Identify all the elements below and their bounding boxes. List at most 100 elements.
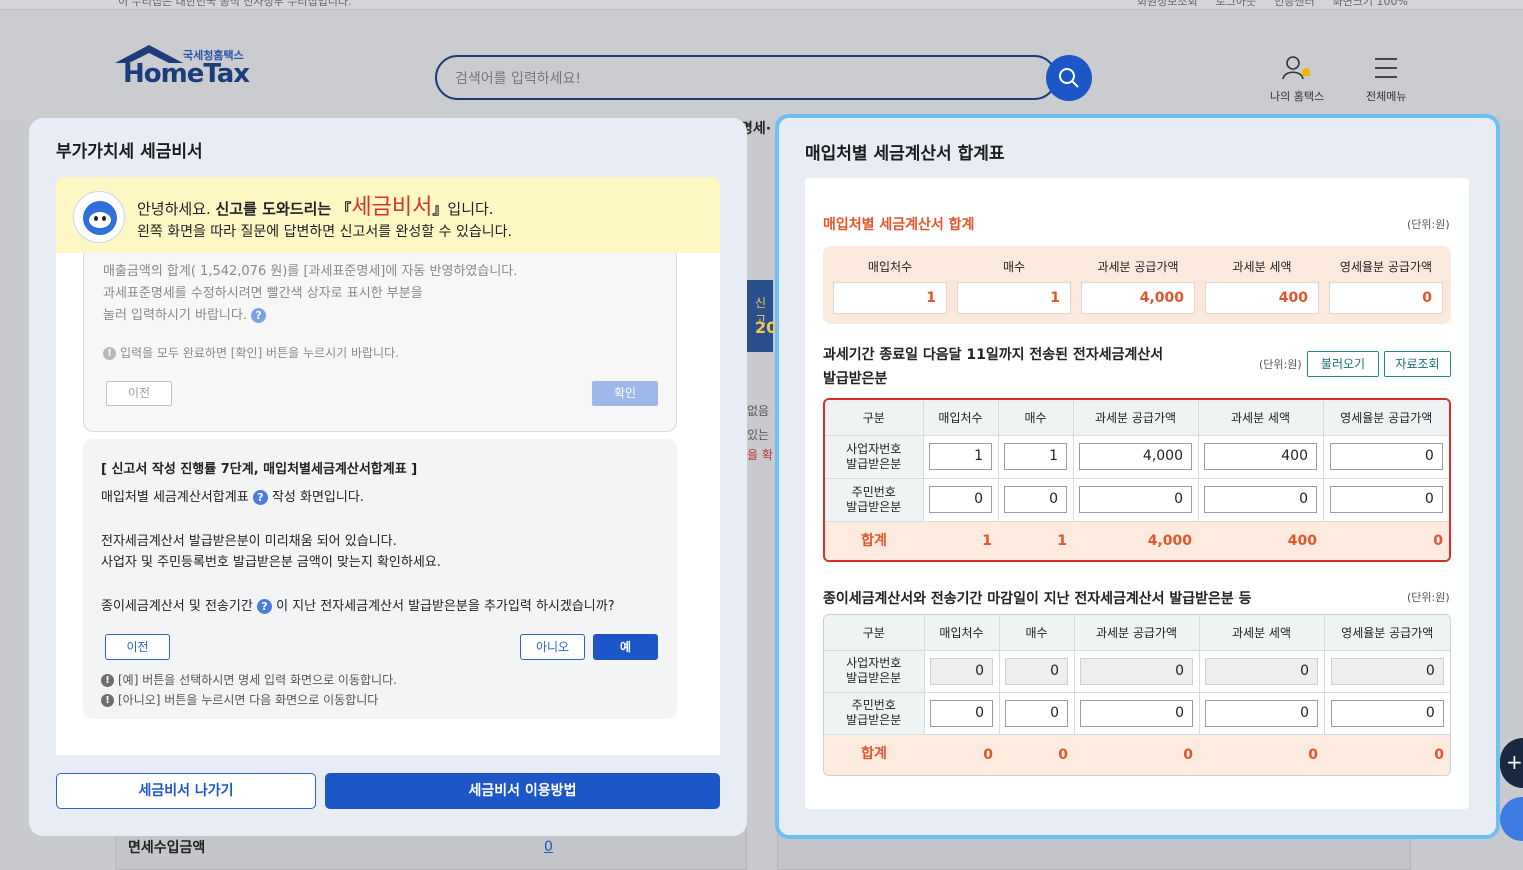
- greeting-line1: 안녕하세요. 신고를 도와드리는 『세금비서』입니다.: [137, 195, 494, 220]
- electronic-section-title-2: 발급받은분: [823, 371, 888, 387]
- hometax-logo[interactable]: 국세청홈택스 HomeTax: [115, 45, 255, 95]
- electronic-section-title: 과세기간 종료일 다음달 11일까지 전송된 전자세금계산서: [823, 347, 1164, 363]
- paper-resident-taxable-tax-input[interactable]: 0: [1205, 699, 1318, 727]
- site-header: 국세청홈택스 HomeTax 검색어를 입력하세요! 나의 홈택스 전체메뉴: [0, 11, 1523, 116]
- user-bell-icon: [1282, 56, 1311, 80]
- paper-business-taxable-tax: 0: [1205, 657, 1318, 685]
- assistant-brand: 세금비서: [351, 195, 433, 220]
- summary-zero-rate-supply: 0: [1329, 282, 1443, 314]
- assistant-guide-button[interactable]: 세금비서 이용방법: [325, 773, 720, 809]
- paper-resident-zero-rate-input[interactable]: 0: [1330, 699, 1444, 727]
- purchase-invoice-summary-modal: 매입처별 세금계산서 합계표 매입처별 세금계산서 합계 (단위:원) 매입처수…: [775, 114, 1500, 839]
- mascot-avatar: [73, 191, 125, 243]
- resident-taxable-tax-input[interactable]: 0: [1204, 486, 1317, 513]
- resident-taxable-supply-input[interactable]: 0: [1079, 486, 1192, 513]
- summary-taxable-supply: 4,000: [1081, 282, 1195, 314]
- prev-button-disabled[interactable]: 이전: [106, 381, 172, 406]
- top-links: 회원정보조회 로그아웃 인증센터 화면크기 100%: [1137, 0, 1408, 9]
- summary-section-title: 매입처별 세금계산서 합계: [823, 217, 975, 233]
- my-hometax-label: 나의 홈택스: [1270, 90, 1325, 103]
- greeting-line2: 왼쪽 화면을 따라 질문에 답변하면 신고서를 완성할 수 있습니다.: [137, 224, 512, 240]
- gov-notice-text: 이 누리집은 대한민국 공식 전자정부 누리집입니다.: [118, 0, 352, 8]
- floating-plus-button[interactable]: +: [1500, 738, 1523, 788]
- search-icon: [1059, 68, 1079, 88]
- warning-icon: !: [101, 674, 114, 687]
- summary-content: 매입처별 세금계산서 합계 (단위:원) 매입처수 매수 과세분 공급가액 과세…: [805, 178, 1469, 809]
- prev-button[interactable]: 이전: [105, 634, 170, 660]
- business-taxable-tax-input[interactable]: 400: [1204, 443, 1317, 470]
- step-heading: [ 신고서 작성 진행률 7단계, 매입처별세금계산서합계표 ]: [101, 462, 418, 477]
- warning-icon: !: [101, 694, 114, 707]
- yes-button[interactable]: 예: [593, 634, 658, 660]
- all-menu-button[interactable]: 전체메뉴: [1366, 55, 1406, 104]
- table-row: 사업자번호 발급받은분 1 1 4,000 400 0: [825, 435, 1449, 479]
- summary-totals: 매입처수 매수 과세분 공급가액 과세분 세액 영세율분 공급가액 1 1 4,…: [823, 246, 1451, 324]
- search-input[interactable]: 검색어를 입력하세요!: [435, 55, 1057, 100]
- summary-taxable-tax: 400: [1205, 282, 1319, 314]
- resident-zero-rate-input[interactable]: 0: [1329, 486, 1443, 513]
- summary-vendor-count: 1: [833, 282, 947, 314]
- unit-label: (단위:원): [1259, 358, 1302, 371]
- electronic-invoice-table-highlight: 구분 매입처수 매수 과세분 공급가액 과세분 세액 영세율분 공급가액 사업자…: [823, 398, 1451, 562]
- modal-title: 부가가치세 세금비서: [56, 142, 203, 162]
- search-button[interactable]: [1046, 55, 1092, 101]
- bg-side-text: 을 확: [747, 448, 773, 462]
- report-banner: 신고 20: [747, 280, 777, 352]
- table-row: 주민번호 발급받은분 0 0 0 0 0: [824, 692, 1450, 735]
- bg-side-text: 없음: [747, 404, 770, 418]
- zoom-link[interactable]: 화면크기 100%: [1333, 0, 1408, 9]
- logo-text: HomeTax: [123, 59, 250, 89]
- summary-sheet-count: 1: [957, 282, 1071, 314]
- current-step-card: [ 신고서 작성 진행률 7단계, 매입처별세금계산서합계표 ] 매입처별 세금…: [83, 439, 677, 719]
- paper-invoice-table: 구분 매입처수 매수 과세분 공급가액 과세분 세액 영세율분 공급가액 사업자…: [824, 615, 1450, 775]
- total-row: 합계 1 1 4,000 400 0: [825, 521, 1449, 560]
- paper-business-zero-rate: 0: [1330, 657, 1444, 685]
- my-hometax-button[interactable]: 나의 홈택스: [1270, 55, 1324, 104]
- resident-vendor-count-input[interactable]: 0: [929, 486, 992, 513]
- floating-chatbot-button[interactable]: [1500, 797, 1523, 841]
- paper-business-vendor-count: 0: [930, 657, 993, 685]
- paper-resident-vendor-count-input[interactable]: 0: [930, 699, 993, 727]
- load-button[interactable]: 불러오기: [1307, 351, 1379, 377]
- member-info-link[interactable]: 회원정보조회: [1137, 0, 1198, 9]
- all-menu-label: 전체메뉴: [1366, 90, 1407, 103]
- paper-section-title: 종이세금계산서와 전송기간 마감일이 지난 전자세금계산서 발급받은분 등: [823, 591, 1252, 607]
- tax-free-income-label: 면세수입금액: [128, 840, 206, 856]
- help-icon[interactable]: ?: [251, 308, 267, 323]
- business-taxable-supply-input[interactable]: 4,000: [1079, 443, 1192, 470]
- confirm-button-disabled[interactable]: 확인: [592, 381, 658, 406]
- table-row: 사업자번호 발급받은분 0 0 0 0 0: [824, 650, 1450, 693]
- warning-icon: !: [103, 347, 116, 360]
- help-icon[interactable]: ?: [256, 599, 272, 614]
- data-lookup-button[interactable]: 자료조회: [1384, 351, 1451, 377]
- unit-label: (단위:원): [1407, 591, 1450, 604]
- paper-resident-sheet-count-input[interactable]: 0: [1005, 699, 1068, 727]
- paper-business-taxable-supply: 0: [1080, 657, 1193, 685]
- total-row: 합계 0 0 0 0 0: [824, 734, 1450, 775]
- unit-label: (단위:원): [1407, 218, 1450, 231]
- resident-sheet-count-input[interactable]: 0: [1004, 486, 1067, 513]
- exit-assistant-button[interactable]: 세금비서 나가기: [56, 773, 316, 809]
- tax-free-income-value[interactable]: 0: [544, 839, 553, 855]
- plus-icon: +: [1506, 750, 1523, 774]
- paper-invoice-table-frame: 구분 매입처수 매수 과세분 공급가액 과세분 세액 영세율분 공급가액 사업자…: [823, 614, 1451, 776]
- electronic-invoice-table: 구분 매입처수 매수 과세분 공급가액 과세분 세액 영세율분 공급가액 사업자…: [825, 400, 1449, 560]
- previous-step-card: 매출금액의 합계( 1,542,076 원)를 [과세표준명세]에 자동 반영하…: [83, 253, 677, 432]
- business-zero-rate-input[interactable]: 0: [1329, 443, 1443, 470]
- assistant-chat-area[interactable]: 매출금액의 합계( 1,542,076 원)를 [과세표준명세]에 자동 반영하…: [56, 253, 720, 755]
- help-icon[interactable]: ?: [252, 490, 268, 505]
- business-vendor-count-input[interactable]: 1: [929, 443, 992, 470]
- business-sheet-count-input[interactable]: 1: [1004, 443, 1067, 470]
- hamburger-icon: [1375, 58, 1398, 78]
- table-row: 주민번호 발급받은분 0 0 0 0 0: [825, 478, 1449, 522]
- no-button[interactable]: 아니오: [520, 634, 585, 660]
- assistant-greeting: 안녕하세요. 신고를 도와드리는 『세금비서』입니다. 왼쪽 화면을 따라 질문…: [56, 177, 720, 253]
- logout-link[interactable]: 로그아웃: [1216, 0, 1256, 9]
- paper-business-sheet-count: 0: [1005, 657, 1068, 685]
- paper-resident-taxable-supply-input[interactable]: 0: [1080, 699, 1193, 727]
- gov-notice-bar: 이 누리집은 대한민국 공식 전자정부 누리집입니다. 회원정보조회 로그아웃 …: [0, 0, 1523, 10]
- cert-center-link[interactable]: 인증센터: [1274, 0, 1314, 9]
- bg-side-text: 있는: [747, 428, 770, 442]
- tax-assistant-modal: 부가가치세 세금비서 안녕하세요. 신고를 도와드리는 『세금비서』입니다. 왼…: [29, 118, 747, 836]
- modal-title: 매입처별 세금계산서 합계표: [805, 144, 1005, 164]
